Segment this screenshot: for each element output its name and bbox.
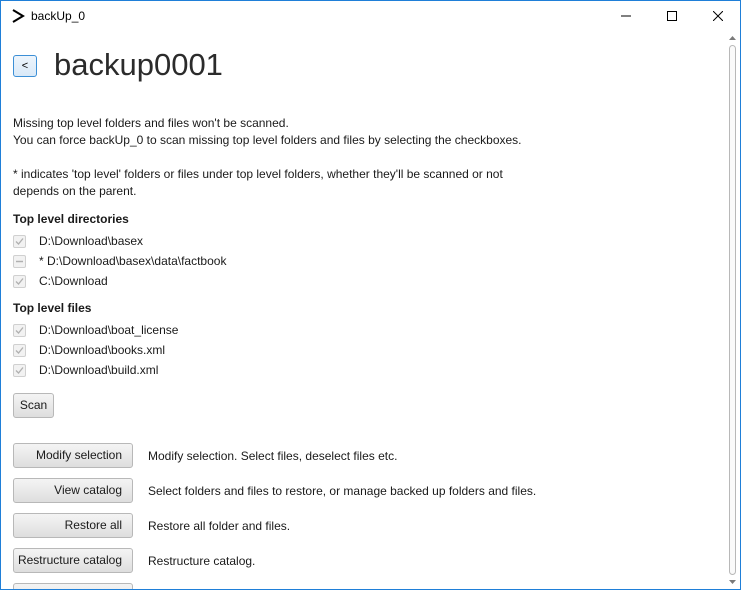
checkbox-checked[interactable] xyxy=(13,234,26,248)
checkbox-checked[interactable] xyxy=(13,323,26,337)
checkmark-icon xyxy=(15,237,24,245)
directory-path: D:\Download\basex xyxy=(39,234,144,248)
maximize-icon xyxy=(667,11,677,21)
chevron-down-icon xyxy=(729,580,736,584)
checkbox-checked[interactable] xyxy=(13,363,26,377)
info-line: Missing top level folders and files won'… xyxy=(13,116,289,130)
app-logo-icon xyxy=(11,9,25,23)
vertical-scrollbar[interactable] xyxy=(725,31,740,589)
file-path: D:\Download\build.xml xyxy=(39,363,159,377)
directory-path: * D:\Download\basex\data\factbook xyxy=(39,254,227,268)
scroll-down-button[interactable] xyxy=(725,575,740,589)
restructure-catalog-button[interactable]: Restructure catalog xyxy=(13,548,133,573)
page-title: backup0001 xyxy=(54,47,223,82)
restore-all-description: Restore all folder and files. xyxy=(148,519,291,533)
scroll-up-button[interactable] xyxy=(725,31,740,45)
file-item: D:\Download\boat_license xyxy=(13,322,178,338)
view-catalog-description: Select folders and files to restore, or … xyxy=(148,484,537,498)
scroll-thumb[interactable] xyxy=(729,45,736,575)
scan-button[interactable]: Scan xyxy=(13,393,54,418)
checkbox-checked[interactable] xyxy=(13,274,26,288)
window-title: backUp_0 xyxy=(31,9,86,23)
restore-all-button[interactable]: Restore all xyxy=(13,513,133,538)
main-content: < backup0001 Missing top level folders a… xyxy=(1,31,725,589)
directory-item: * D:\Download\basex\data\factbook xyxy=(13,253,226,269)
title-bar[interactable]: backUp_0 xyxy=(1,1,740,31)
app-window: backUp_0 < backup0001 Missing top level … xyxy=(0,0,741,590)
back-button[interactable]: < xyxy=(13,55,37,77)
info-line: You can force backUp_0 to scan missing t… xyxy=(13,133,522,147)
files-heading: Top level files xyxy=(13,301,92,315)
close-icon xyxy=(713,11,723,21)
file-item: D:\Download\build.xml xyxy=(13,362,158,378)
close-button[interactable] xyxy=(695,1,740,31)
file-path: D:\Download\books.xml xyxy=(39,343,166,357)
restructure-catalog-description: Restructure catalog. xyxy=(148,554,256,568)
modify-selection-button[interactable]: Modify selection xyxy=(13,443,133,468)
directory-path: C:\Download xyxy=(39,274,108,288)
file-path: D:\Download\boat_license xyxy=(39,323,179,337)
dash-icon xyxy=(16,260,23,262)
file-item: D:\Download\books.xml xyxy=(13,342,165,358)
directory-item: D:\Download\basex xyxy=(13,233,143,249)
checkbox-indeterminate[interactable] xyxy=(13,254,26,268)
maximize-button[interactable] xyxy=(649,1,695,31)
partial-action-button[interactable] xyxy=(13,583,133,589)
checkmark-icon xyxy=(15,277,24,285)
modify-selection-description: Modify selection. Select files, deselect… xyxy=(148,449,398,463)
minimize-icon xyxy=(621,11,631,21)
chevron-up-icon xyxy=(729,36,736,40)
top-level-note: * indicates 'top level' folders or files… xyxy=(13,167,503,198)
checkmark-icon xyxy=(15,326,24,334)
view-catalog-button[interactable]: View catalog xyxy=(13,478,133,503)
minimize-button[interactable] xyxy=(603,1,649,31)
info-text: Missing top level folders and files won'… xyxy=(13,115,522,149)
directories-heading: Top level directories xyxy=(13,212,129,226)
checkmark-icon xyxy=(15,366,24,374)
directory-item: C:\Download xyxy=(13,273,108,289)
checkbox-checked[interactable] xyxy=(13,343,26,357)
checkmark-icon xyxy=(15,346,24,354)
